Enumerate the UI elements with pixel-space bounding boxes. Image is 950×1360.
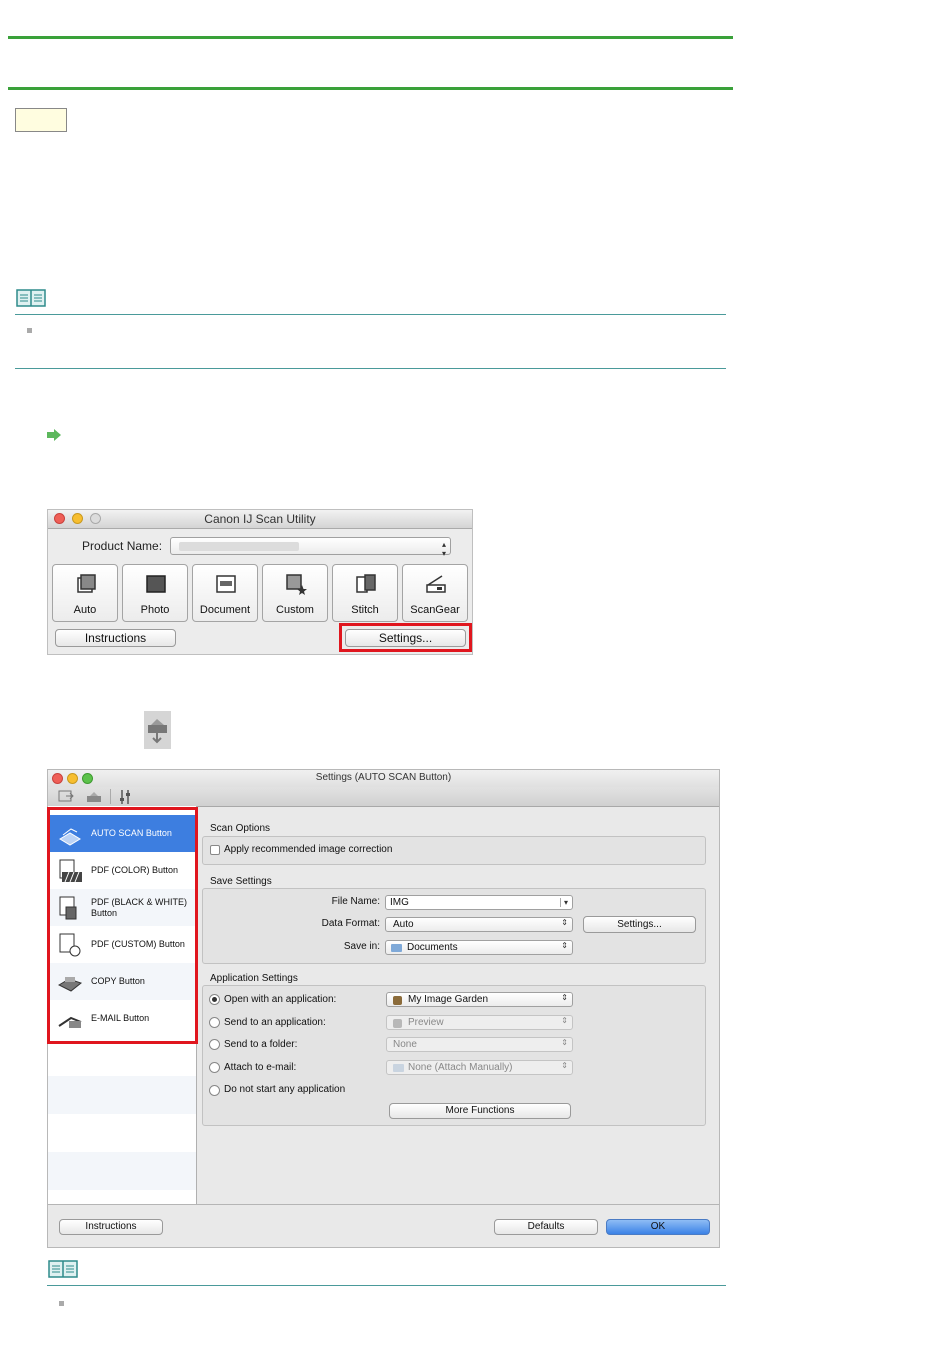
send-to-folder-select[interactable]: None ⇕ [386, 1037, 573, 1052]
open-with-app-radio[interactable] [209, 994, 220, 1005]
product-name-label: Product Name: [82, 539, 163, 553]
preview-app-icon [393, 1019, 402, 1028]
send-to-folder-radio[interactable] [209, 1039, 220, 1050]
note-rule [47, 1285, 726, 1286]
settings-title-bar: Settings (AUTO SCAN Button) [48, 770, 719, 787]
stitch-icon [356, 574, 376, 593]
no-app-label: Do not start any application [224, 1084, 346, 1095]
footer-divider [48, 1204, 719, 1205]
custom-star-icon [286, 574, 307, 595]
scanner-icon [426, 575, 446, 593]
attach-email-select[interactable]: None (Attach Manually) ⇕ [386, 1060, 573, 1075]
save-in-label: Save in: [343, 941, 380, 952]
apply-correction-label: Apply recommended image correction [224, 844, 393, 855]
send-to-app-label: Send to an application: [224, 1017, 326, 1028]
send-to-app-value: Preview [408, 1017, 444, 1028]
note-bullet [27, 328, 32, 333]
arrow-right-icon[interactable] [46, 428, 62, 442]
chevron-updown-icon: ⇕ [561, 1061, 568, 1070]
toolbar-divider [110, 789, 111, 804]
general-settings-tab-icon[interactable] [118, 789, 132, 805]
save-settings-button[interactable]: Settings... [583, 916, 696, 933]
header-rule-bottom [8, 87, 733, 90]
file-name-value: IMG [390, 897, 409, 908]
chevron-down-icon[interactable]: ▾ [559, 898, 568, 907]
data-format-select[interactable]: Auto ⇕ [385, 917, 573, 932]
ok-button[interactable]: OK [606, 1219, 710, 1235]
note-rule-top [15, 314, 726, 315]
empty-row [48, 1152, 196, 1190]
chevron-updown-icon: ⇕ [561, 918, 568, 927]
title-bar: Canon IJ Scan Utility [48, 510, 472, 529]
settings-window-title: Settings (AUTO SCAN Button) [315, 772, 452, 783]
custom-scan-button[interactable]: Custom [262, 564, 328, 622]
tile-label-photo: Photo [140, 604, 170, 616]
send-to-app-select[interactable]: Preview ⇕ [386, 1015, 573, 1030]
sidebar-highlight-box [47, 807, 198, 1044]
settings-toolbar [48, 787, 719, 807]
send-to-app-radio[interactable] [209, 1017, 220, 1028]
save-in-select[interactable]: Documents ⇕ [385, 940, 573, 955]
window-title: Canon IJ Scan Utility [204, 512, 316, 526]
scan-options-heading: Scan Options [210, 823, 271, 834]
chevron-updown-icon: ⇕ [561, 941, 568, 950]
open-with-app-value: My Image Garden [408, 994, 489, 1005]
highlight-box [15, 108, 67, 132]
data-format-value: Auto [393, 919, 414, 930]
file-name-label: File Name: [331, 896, 380, 907]
product-name-value [179, 542, 299, 551]
attach-email-radio[interactable] [209, 1062, 220, 1073]
send-to-folder-value: None [393, 1039, 417, 1050]
note-book-icon [48, 1260, 78, 1278]
photo-scan-button[interactable]: Photo [122, 564, 188, 622]
scan-settings-icon [148, 719, 167, 744]
no-app-radio[interactable] [209, 1085, 220, 1096]
file-name-input[interactable]: IMG ▾ [385, 895, 573, 910]
image-garden-icon [393, 996, 402, 1005]
auto-scan-icon [77, 574, 96, 593]
tile-label-auto: Auto [73, 604, 97, 616]
instructions-button[interactable]: Instructions [59, 1219, 163, 1235]
empty-row [48, 1076, 196, 1114]
folder-icon [391, 944, 402, 952]
stitch-scan-button[interactable]: Stitch [332, 564, 398, 622]
more-functions-button[interactable]: More Functions [389, 1103, 571, 1119]
chevron-updown-icon: ▴ ▾ [441, 540, 446, 558]
settings-highlight-box [339, 623, 472, 652]
operation-panel-tab-icon[interactable] [86, 790, 102, 804]
attach-email-value: None (Attach Manually) [408, 1062, 513, 1073]
note-bullet [59, 1301, 64, 1306]
product-name-select[interactable]: ▴ ▾ [170, 537, 451, 558]
tile-label-scangear: ScanGear [410, 604, 460, 616]
open-with-app-select[interactable]: My Image Garden ⇕ [386, 992, 573, 1007]
scanner-tab-icon[interactable] [144, 711, 171, 749]
chevron-updown-icon: ⇕ [561, 1038, 568, 1047]
note-rule-bottom [15, 368, 726, 369]
defaults-button[interactable]: Defaults [494, 1219, 598, 1235]
save-in-value: Documents [407, 942, 458, 953]
document-scan-button[interactable]: Document [192, 564, 258, 622]
apply-correction-checkbox[interactable] [210, 845, 220, 855]
computer-scan-tab-icon[interactable] [58, 790, 74, 804]
application-settings-heading: Application Settings [210, 973, 298, 984]
chevron-updown-icon: ⇕ [561, 1016, 568, 1025]
send-to-folder-label: Send to a folder: [224, 1039, 298, 1050]
document-pdf-icon [216, 575, 236, 593]
auto-scan-button[interactable]: Auto [52, 564, 118, 622]
attach-email-label: Attach to e-mail: [224, 1062, 297, 1073]
photo-icon [146, 575, 166, 593]
data-format-label: Data Format: [321, 918, 380, 929]
folder-icon [393, 1064, 404, 1072]
open-with-app-label: Open with an application: [224, 994, 337, 1005]
save-settings-heading: Save Settings [210, 876, 272, 887]
scangear-button[interactable]: ScanGear [402, 564, 468, 622]
tile-label-document: Document [199, 604, 251, 616]
header-rule-top [8, 36, 733, 39]
tile-label-stitch: Stitch [351, 604, 379, 616]
chevron-updown-icon: ⇕ [561, 993, 568, 1002]
note-book-icon [16, 289, 46, 307]
instructions-button[interactable]: Instructions [55, 629, 176, 647]
tile-label-custom: Custom [276, 604, 314, 616]
